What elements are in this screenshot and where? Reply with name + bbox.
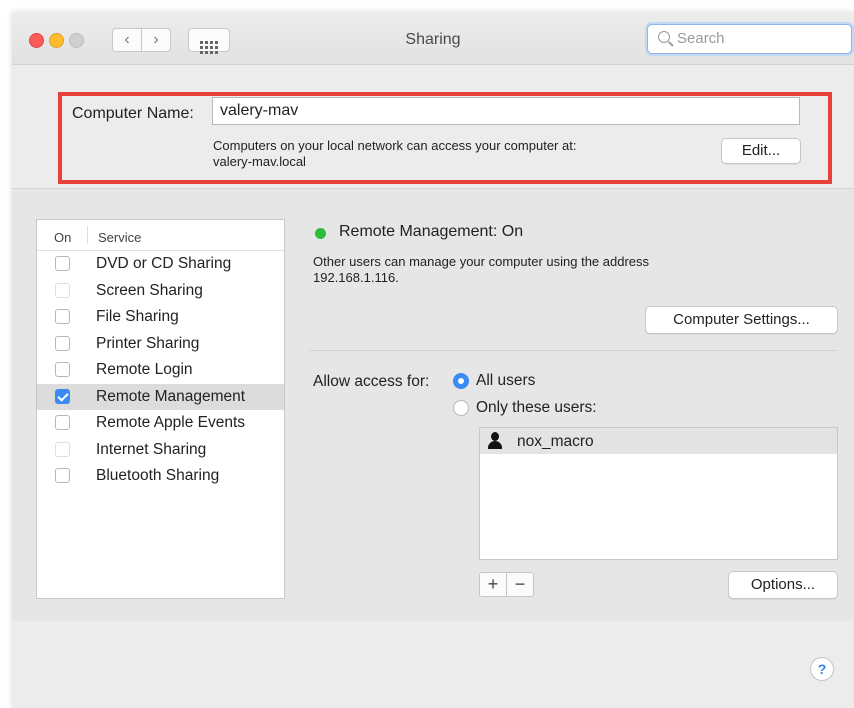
service-row[interactable]: DVD or CD Sharing [37,251,284,278]
user-row[interactable]: nox_macro [480,428,837,454]
only-these-users-radio[interactable] [453,400,469,416]
search-icon [658,31,670,43]
service-row[interactable]: Screen Sharing [37,278,284,305]
service-row[interactable]: Remote Apple Events [37,410,284,437]
service-label: Printer Sharing [96,334,200,352]
service-checkbox-checked[interactable] [55,388,70,404]
service-checkbox[interactable] [55,415,70,430]
service-label: Remote Login [96,361,193,378]
service-checkbox[interactable] [55,309,70,324]
column-divider [87,226,88,244]
service-row[interactable]: Internet Sharing [37,437,284,464]
search-placeholder: Search [677,30,725,47]
remove-user-button[interactable]: − [506,572,534,597]
help-button[interactable]: ? [810,657,834,681]
service-checkbox[interactable] [55,468,70,483]
edit-button[interactable]: Edit... [721,138,801,164]
service-list: On Service DVD or CD Sharing Screen Shar… [36,219,285,599]
service-label: Bluetooth Sharing [96,467,220,484]
service-checkbox[interactable] [55,362,70,377]
only-these-users-label[interactable]: Only these users: [476,399,597,417]
computer-settings-button[interactable]: Computer Settings... [645,306,838,334]
options-button[interactable]: Options... [728,571,838,599]
service-row-selected[interactable]: Remote Management [37,383,284,410]
computer-name-input[interactable] [212,97,800,125]
service-label: File Sharing [96,308,179,325]
service-checkbox[interactable] [55,441,70,457]
all-users-label[interactable]: All users [476,372,535,390]
service-status: Remote Management: On [339,223,524,240]
service-label: Remote Apple Events [96,414,246,431]
add-user-button[interactable]: + [479,572,507,597]
description-line2: 192.168.1.116. [313,270,399,285]
service-list-header: On Service [37,220,284,251]
status-indicator-icon [315,228,326,239]
all-users-radio[interactable] [453,373,469,389]
toolbar: ‹ › Sharing Search [12,12,854,65]
user-name: nox_macro [517,433,594,450]
service-row[interactable]: File Sharing [37,304,284,331]
footer-area [12,621,854,708]
service-label: DVD or CD Sharing [96,255,232,272]
user-icon [488,432,502,450]
service-checkbox[interactable] [55,256,70,271]
service-label: Internet Sharing [96,440,207,458]
service-description: Other users can manage your computer usi… [313,254,649,286]
service-row[interactable]: Bluetooth Sharing [37,463,284,490]
computer-name-help-line2: valery-mav.local [213,154,306,169]
computer-name-help: Computers on your local network can acce… [213,138,576,170]
service-label: Screen Sharing [96,281,203,299]
users-list[interactable]: nox_macro [479,427,838,560]
service-row[interactable]: Printer Sharing [37,331,284,358]
search-field[interactable]: Search [647,24,852,54]
service-checkbox[interactable] [55,335,70,351]
column-service: Service [98,230,142,245]
column-on: On [54,230,72,245]
allow-access-label: Allow access for: [313,373,430,390]
sharing-window: ‹ › Sharing Search Computer Name: Comput… [12,12,854,708]
service-label: Remote Management [96,387,246,405]
section-divider [309,350,838,351]
service-row[interactable]: Remote Login [37,357,284,384]
service-checkbox[interactable] [55,282,70,298]
description-line1: Other users can manage your computer usi… [313,254,650,269]
computer-name-help-line1: Computers on your local network can acce… [213,138,577,153]
computer-name-label: Computer Name: [72,105,194,122]
